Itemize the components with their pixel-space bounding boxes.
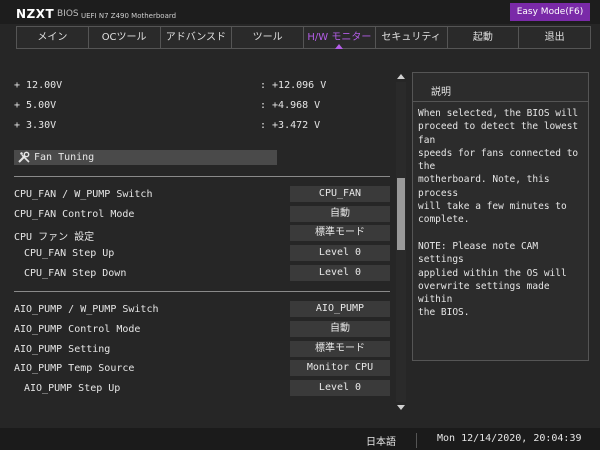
settings-panel: + 12.00V : +12.096 V + 5.00V : +4.968 V …: [0, 48, 404, 415]
setting-row: AIO_PUMP Step Up Level 0: [14, 379, 390, 399]
cpu-fan-step-up-select[interactable]: Level 0: [290, 245, 390, 261]
cpu-fan-control-mode-select[interactable]: 自動: [290, 206, 390, 222]
voltage-value: : +4.968 V: [260, 100, 321, 111]
tab-oc-tweaker[interactable]: OCツール: [89, 27, 161, 48]
setting-label: CPU ファン 設定: [14, 232, 95, 243]
voltage-row-5v: + 5.00V : +4.968 V: [14, 96, 390, 116]
scroll-down-arrow-icon[interactable]: [396, 404, 406, 412]
scrollbar[interactable]: [396, 72, 406, 412]
tab-advanced[interactable]: アドバンスド: [161, 27, 233, 48]
easy-mode-button[interactable]: Easy Mode(F6): [510, 3, 590, 21]
setting-row: AIO_PUMP Setting 標準モード: [14, 340, 390, 360]
scroll-track[interactable]: [396, 82, 406, 402]
setting-row: CPU_FAN Step Up Level 0: [14, 244, 390, 264]
aio-pump-switch-select[interactable]: AIO_PUMP: [290, 301, 390, 317]
voltage-row-3v3: + 3.30V : +3.472 V: [14, 116, 390, 136]
cpu-fan-setting-select[interactable]: 標準モード: [290, 225, 390, 241]
language-selector[interactable]: 日本語: [346, 433, 417, 448]
setting-label: AIO_PUMP / W_PUMP Switch: [14, 304, 159, 315]
voltage-label: + 3.30V: [14, 120, 57, 131]
aio-pump-control-mode-select[interactable]: 自動: [290, 321, 390, 337]
system-datetime: Mon 12/14/2020, 20:04:39: [437, 433, 582, 444]
scroll-thumb[interactable]: [397, 178, 405, 250]
setting-row: CPU ファン 設定 標準モード: [14, 224, 390, 244]
status-bar: 日本語 Mon 12/14/2020, 20:04:39: [0, 428, 600, 450]
setting-label: CPU_FAN / W_PUMP Switch: [14, 189, 153, 200]
setting-label: AIO_PUMP Control Mode: [14, 324, 141, 335]
description-text: When selected, the BIOS will proceed to …: [418, 108, 579, 319]
scroll-up-arrow-icon[interactable]: [396, 72, 406, 80]
board-model: UEFI N7 Z490 Motherboard: [81, 12, 177, 20]
divider: [14, 291, 390, 292]
description-title: 説明: [431, 87, 451, 98]
aio-pump-step-up-select[interactable]: Level 0: [290, 380, 390, 396]
aio-pump-temp-source-select[interactable]: Monitor CPU: [290, 360, 390, 376]
voltage-label: + 5.00V: [14, 100, 57, 111]
setting-label: CPU_FAN Control Mode: [14, 209, 135, 220]
setting-row: AIO_PUMP Temp Source Monitor CPU: [14, 359, 390, 379]
setting-label: CPU_FAN Step Down: [24, 268, 127, 279]
setting-label: AIO_PUMP Step Up: [24, 383, 121, 394]
divider: [14, 176, 390, 177]
setting-row: CPU_FAN / W_PUMP Switch CPU_FAN: [14, 185, 390, 205]
voltage-value: : +12.096 V: [260, 80, 327, 91]
top-bar: NZXT BIOS UEFI N7 Z490 Motherboard Easy …: [0, 0, 600, 24]
aio-pump-setting-select[interactable]: 標準モード: [290, 341, 390, 357]
cpu-fan-step-down-select[interactable]: Level 0: [290, 265, 390, 281]
setting-row: AIO_PUMP / W_PUMP Switch AIO_PUMP: [14, 300, 390, 320]
fan-tuning-section[interactable]: Fan Tuning: [14, 150, 277, 165]
nzxt-logo: NZXT: [16, 7, 55, 21]
cpu-fan-switch-select[interactable]: CPU_FAN: [290, 186, 390, 202]
voltage-row-12v: + 12.00V : +12.096 V: [14, 76, 390, 96]
tab-main[interactable]: メイン: [17, 27, 89, 48]
setting-row: CPU_FAN Control Mode 自動: [14, 205, 390, 225]
setting-label: CPU_FAN Step Up: [24, 248, 115, 259]
tab-security[interactable]: セキュリティ: [376, 27, 448, 48]
divider: [413, 101, 588, 102]
voltage-value: : +3.472 V: [260, 120, 321, 131]
setting-row: CPU_FAN Step Down Level 0: [14, 264, 390, 284]
setting-label: AIO_PUMP Temp Source: [14, 363, 135, 374]
bios-label: BIOS: [57, 9, 79, 19]
description-panel: 説明 When selected, the BIOS will proceed …: [412, 72, 589, 361]
main-tabs: メイン OCツール アドバンスド ツール H/W モニター セキュリティ 起動 …: [16, 26, 591, 49]
tab-exit[interactable]: 退出: [519, 27, 590, 48]
voltage-label: + 12.00V: [14, 80, 63, 91]
tab-hw-monitor[interactable]: H/W モニター: [304, 27, 376, 49]
tab-tool[interactable]: ツール: [232, 27, 304, 48]
setting-label: AIO_PUMP Setting: [14, 344, 111, 355]
fan-tuning-label: Fan Tuning: [34, 152, 95, 163]
setting-row: AIO_PUMP Control Mode 自動: [14, 320, 390, 340]
wrench-screwdriver-icon: [18, 151, 30, 163]
tab-boot[interactable]: 起動: [448, 27, 520, 48]
